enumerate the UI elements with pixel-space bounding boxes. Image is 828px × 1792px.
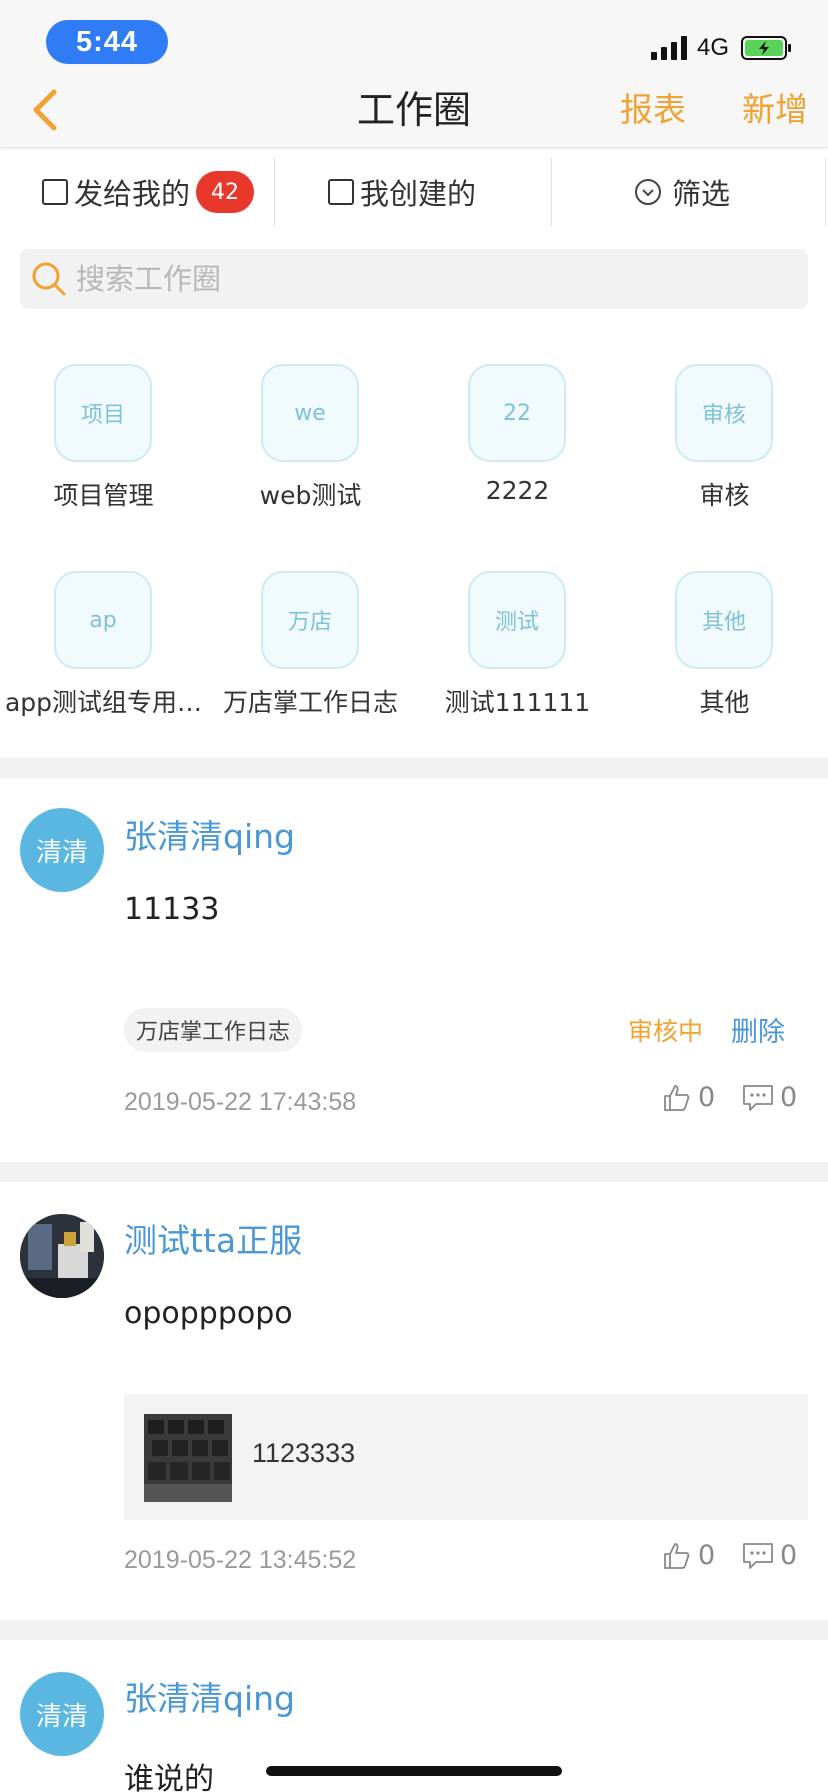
filter-sent-to-me-label: 发给我的 — [74, 177, 191, 211]
add-button[interactable]: 新增 — [742, 80, 808, 140]
post-timestamp: 2019-05-22 13:45:52 — [124, 1546, 357, 1574]
category-item[interactable]: we web测试 — [207, 364, 414, 544]
category-label: web测试 — [259, 481, 362, 510]
checkbox-icon[interactable] — [328, 179, 354, 205]
divider — [274, 158, 275, 226]
status-bar: 5:44 4G — [0, 0, 828, 76]
network-label: 4G — [697, 34, 730, 61]
status-time: 5:44 — [46, 20, 168, 64]
avatar[interactable]: 清清 — [20, 1672, 104, 1756]
comment-icon — [743, 1084, 773, 1111]
filter-created-by-me[interactable]: 我创建的 — [328, 150, 476, 234]
category-icon: 项目 — [54, 364, 152, 462]
category-item[interactable]: ap app测试组专用… — [0, 571, 207, 751]
category-icon: 万店 — [261, 571, 359, 669]
keyboard-image — [144, 1414, 232, 1502]
checkbox-icon[interactable] — [42, 179, 68, 205]
category-icon: ap — [54, 571, 152, 669]
post-author[interactable]: 测试tta正服 — [124, 1214, 302, 1262]
post-content: opopppopo — [124, 1296, 293, 1331]
comment-button[interactable]: 0 — [742, 1082, 797, 1113]
delete-button[interactable]: 删除 — [731, 1010, 785, 1049]
post-tag[interactable]: 万店掌工作日志 — [124, 1008, 303, 1052]
like-count: 0 — [698, 1082, 716, 1113]
category-item[interactable]: 测试 测试111111 — [414, 571, 621, 751]
comment-count: 0 — [780, 1540, 798, 1571]
comment-button[interactable]: 0 — [742, 1540, 797, 1571]
category-item[interactable]: 万店 万店掌工作日志 — [207, 571, 414, 751]
attachment-thumbnail — [144, 1414, 232, 1502]
post-card[interactable]: 清清 张清清qing 11133 万店掌工作日志 审核中 删除 2019-05-… — [0, 778, 828, 1162]
thumbs-up-icon — [664, 1542, 690, 1569]
home-indicator[interactable] — [266, 1766, 562, 1776]
unread-count-badge: 42 — [196, 171, 255, 213]
filter-sent-to-me[interactable]: 发给我的 42 — [42, 150, 255, 234]
category-label: 万店掌工作日志 — [222, 688, 398, 717]
search-icon — [32, 262, 66, 296]
category-label: app测试组专用… — [4, 688, 203, 717]
post-timestamp: 2019-05-22 17:43:58 — [124, 1088, 357, 1116]
avatar-photo-image — [20, 1214, 104, 1298]
thumbs-up-icon — [664, 1084, 690, 1111]
post-author[interactable]: 张清清qing — [124, 1672, 295, 1720]
chevron-down-circle-icon — [635, 179, 661, 205]
battery-icon — [741, 36, 791, 60]
signal-icon — [651, 36, 687, 60]
category-label: 审核 — [699, 481, 750, 510]
review-status: 审核中 — [628, 1017, 704, 1046]
section-separator — [0, 758, 828, 778]
divider — [551, 158, 552, 226]
post-content: 11133 — [124, 892, 220, 927]
attachment-title: 1123333 — [252, 1438, 356, 1468]
search-bar[interactable] — [20, 249, 808, 309]
filter-bar: 发给我的 42 我创建的 筛选 — [0, 150, 828, 234]
comment-icon — [743, 1542, 773, 1569]
category-icon: 测试 — [468, 571, 566, 669]
category-item[interactable]: 项目 项目管理 — [0, 364, 207, 544]
avatar[interactable] — [20, 1214, 104, 1298]
filter-created-by-me-label: 我创建的 — [360, 177, 477, 211]
category-icon: 其他 — [675, 571, 773, 669]
post-content: 谁说的 — [124, 1762, 214, 1792]
avatar[interactable]: 清清 — [20, 808, 104, 892]
category-item[interactable]: 其他 其他 — [621, 571, 828, 751]
category-label: 项目管理 — [53, 481, 154, 510]
category-item[interactable]: 22 2222 — [414, 364, 621, 544]
category-label: 测试111111 — [444, 688, 591, 717]
post-author[interactable]: 张清清qing — [124, 810, 295, 858]
category-icon: 22 — [468, 364, 566, 462]
comment-count: 0 — [780, 1082, 798, 1113]
filter-button[interactable]: 筛选 — [634, 150, 730, 234]
filter-label: 筛选 — [672, 177, 731, 211]
report-button[interactable]: 报表 — [620, 80, 686, 140]
category-label: 其他 — [699, 688, 750, 717]
like-button[interactable]: 0 — [662, 1540, 715, 1571]
category-label: 2222 — [485, 476, 550, 505]
attachment-card[interactable]: 1123333 — [124, 1394, 808, 1520]
like-count: 0 — [698, 1540, 716, 1571]
nav-bar: 工作圈 报表 新增 — [0, 76, 828, 148]
like-button[interactable]: 0 — [662, 1082, 715, 1113]
category-icon: 审核 — [675, 364, 773, 462]
section-separator — [0, 1620, 828, 1640]
post-card[interactable]: 测试tta正服 opopppopo 1123333 2019-05-22 13:… — [0, 1182, 828, 1620]
section-separator — [0, 1162, 828, 1182]
divider — [825, 158, 826, 226]
category-item[interactable]: 审核 审核 — [621, 364, 828, 544]
category-icon: we — [261, 364, 359, 462]
page-title: 工作圈 — [356, 88, 471, 132]
search-input[interactable] — [76, 262, 756, 296]
